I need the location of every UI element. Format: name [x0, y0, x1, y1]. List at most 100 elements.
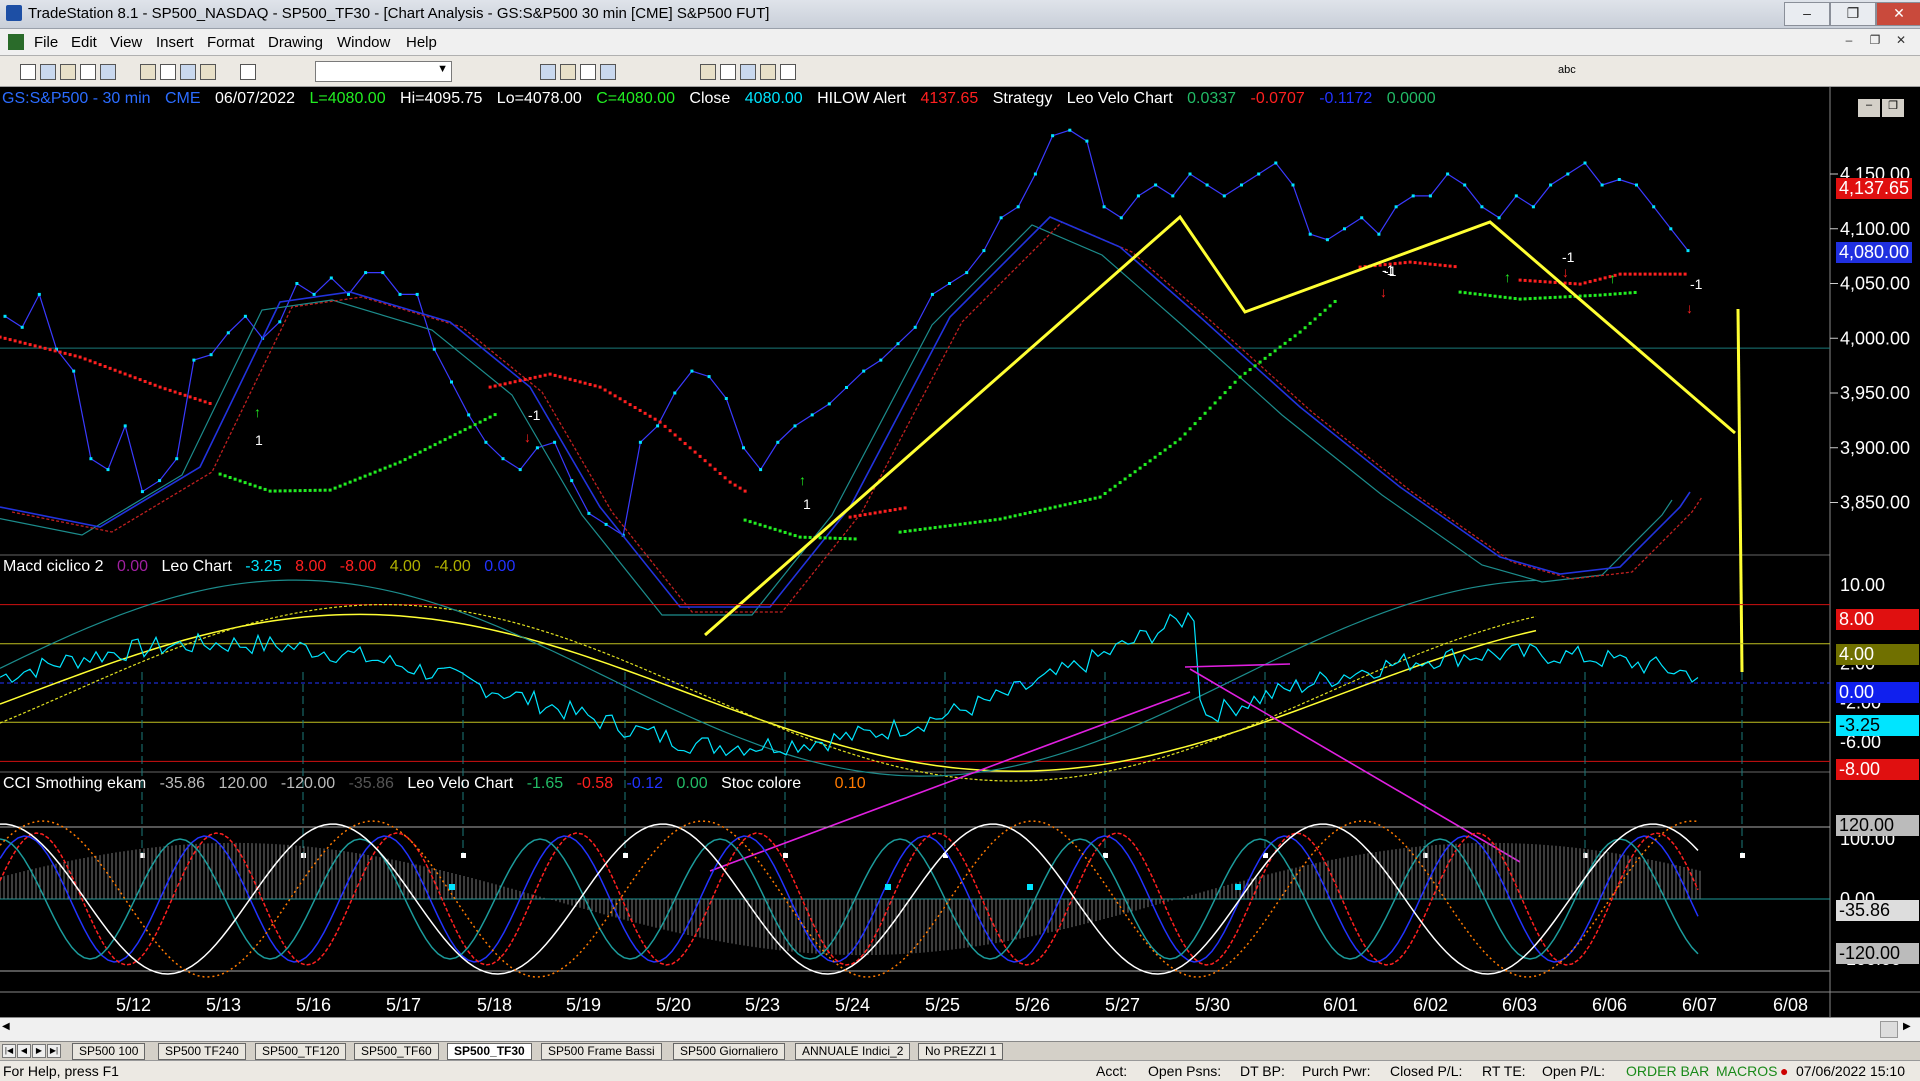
- minimize-button[interactable]: –: [1784, 2, 1830, 26]
- price-dot: [638, 440, 642, 444]
- ellipse-icon[interactable]: [740, 64, 756, 80]
- chart-minimize-button[interactable]: –: [1858, 99, 1880, 117]
- support-dot: [983, 519, 987, 523]
- tab-next-icon[interactable]: ▶: [32, 1044, 46, 1058]
- support-dot: [1083, 498, 1087, 502]
- scroll-left-icon[interactable]: ◀: [2, 1021, 16, 1036]
- symbol-dropdown[interactable]: ▼: [315, 61, 452, 82]
- price-dot: [1257, 172, 1261, 176]
- resistance-dot: [198, 398, 202, 402]
- price-dot: [1652, 205, 1656, 209]
- resistance-dot: [618, 397, 622, 401]
- menu-window[interactable]: Window: [337, 34, 390, 51]
- support-dot: [773, 527, 777, 531]
- support-dot: [1138, 466, 1142, 470]
- menu-drawing[interactable]: Drawing: [268, 34, 323, 51]
- tab-sp500-tf240[interactable]: SP500 TF240: [158, 1043, 246, 1060]
- close-button[interactable]: ✕: [1876, 2, 1920, 26]
- maximize-button[interactable]: ❐: [1830, 2, 1876, 26]
- support-dot: [1003, 516, 1007, 520]
- chart-icon[interactable]: [180, 64, 196, 80]
- price-dot: [776, 440, 780, 444]
- support-dot: [1533, 296, 1537, 300]
- scroll-thumb[interactable]: [1880, 1021, 1898, 1038]
- horizontal-line-icon[interactable]: [600, 64, 616, 80]
- resistance-dot: [643, 411, 647, 415]
- mdi-restore-button[interactable]: ❐: [1864, 33, 1886, 51]
- text-tool-label[interactable]: abc: [1558, 64, 1576, 76]
- chart-window-icon[interactable]: [8, 34, 24, 50]
- tab-sp500-frame-bassi[interactable]: SP500 Frame Bassi: [541, 1043, 662, 1060]
- tab-sp500-tf120[interactable]: SP500_TF120: [255, 1043, 347, 1060]
- tab-sp500-giornaliero[interactable]: SP500 Giornaliero: [673, 1043, 786, 1060]
- cursor-icon[interactable]: [540, 64, 556, 80]
- price-dot: [329, 276, 333, 280]
- resistance-dot: [578, 380, 582, 384]
- tab-first-icon[interactable]: |◀: [2, 1044, 16, 1058]
- tab-sp500-tf60[interactable]: SP500_TF60: [354, 1043, 439, 1060]
- hilow-value: 4137.65: [920, 90, 979, 107]
- chart-canvas[interactable]: 4,150.004,100.004,050.004,000.003,950.00…: [0, 87, 1920, 1017]
- price-dot: [793, 424, 797, 428]
- new-icon[interactable]: [20, 64, 36, 80]
- menu-format[interactable]: Format: [207, 34, 255, 51]
- order-bar-button[interactable]: ORDER BAR: [1626, 1063, 1709, 1079]
- macd-magenta-trendline: [1184, 663, 1291, 668]
- price-axis-label: 4,000.00: [1840, 328, 1910, 348]
- macd-teal-line: [0, 579, 1537, 777]
- support-dot: [1523, 297, 1527, 301]
- resistance-dot: [73, 354, 77, 358]
- tab-last-icon[interactable]: ▶|: [47, 1044, 61, 1058]
- chart-analysis-window[interactable]: 4,150.00 4,100.00 4,050.00 4,000.00 3,950.00…: [0, 87, 1920, 1044]
- trendline-icon[interactable]: [580, 64, 596, 80]
- mdi-close-button[interactable]: ✕: [1890, 33, 1912, 51]
- resistance-dot: [203, 400, 207, 404]
- arrow-down-icon[interactable]: [780, 64, 796, 80]
- menu-view[interactable]: View: [110, 34, 142, 51]
- horizontal-scrollbar[interactable]: ◀ ▶: [0, 1017, 1920, 1041]
- mdi-minimize-button[interactable]: –: [1838, 33, 1860, 51]
- save-icon[interactable]: [60, 64, 76, 80]
- support-dot: [753, 521, 757, 525]
- resistance-dot: [518, 379, 522, 383]
- menu-file[interactable]: File: [34, 34, 58, 51]
- support-dot: [278, 489, 282, 493]
- text-icon[interactable]: [700, 64, 716, 80]
- tab-sp500-tf30[interactable]: SP500_TF30: [447, 1043, 532, 1060]
- zoom-out-icon[interactable]: [240, 64, 256, 80]
- price-dot: [72, 369, 76, 373]
- print-icon[interactable]: [80, 64, 96, 80]
- support-dot: [1473, 292, 1477, 296]
- menu-edit[interactable]: Edit: [71, 34, 97, 51]
- crosshair-icon[interactable]: [560, 64, 576, 80]
- low-value: Lo=4078.00: [496, 90, 582, 107]
- tab-sp500-100[interactable]: SP500 100: [72, 1043, 146, 1060]
- resistance-dot: [1418, 261, 1422, 265]
- open-icon[interactable]: [40, 64, 56, 80]
- cut-icon[interactable]: [100, 64, 116, 80]
- menu-insert[interactable]: Insert: [156, 34, 194, 51]
- price-dot: [656, 424, 660, 428]
- zoom-in-icon[interactable]: [200, 64, 216, 80]
- rectangle-icon[interactable]: [720, 64, 736, 80]
- resistance-dot: [613, 394, 617, 398]
- arrow-up-icon[interactable]: [760, 64, 776, 80]
- scroll-right-icon[interactable]: ▶: [1903, 1021, 1917, 1036]
- support-dot: [1193, 422, 1197, 426]
- price-dot: [1686, 249, 1690, 253]
- leo-velo-label: Leo Velo Chart: [1066, 90, 1173, 107]
- resistance-dot: [528, 376, 532, 380]
- tab-annuale-indici[interactable]: ANNUALE Indici_2: [795, 1043, 911, 1060]
- tab-prev-icon[interactable]: ◀: [17, 1044, 31, 1058]
- menu-help[interactable]: Help: [406, 34, 437, 51]
- paste-icon[interactable]: [160, 64, 176, 80]
- price-dot: [553, 440, 557, 444]
- resistance-dot: [53, 349, 57, 353]
- tab-no-prezzi[interactable]: No PREZZI 1: [918, 1043, 1004, 1060]
- macros-button[interactable]: MACROS: [1716, 1063, 1777, 1079]
- resistance-dot: [148, 381, 152, 385]
- support-dot: [1563, 295, 1567, 299]
- resistance-dot: [18, 340, 22, 344]
- copy-icon[interactable]: [140, 64, 156, 80]
- chart-restore-button[interactable]: ❐: [1882, 99, 1904, 117]
